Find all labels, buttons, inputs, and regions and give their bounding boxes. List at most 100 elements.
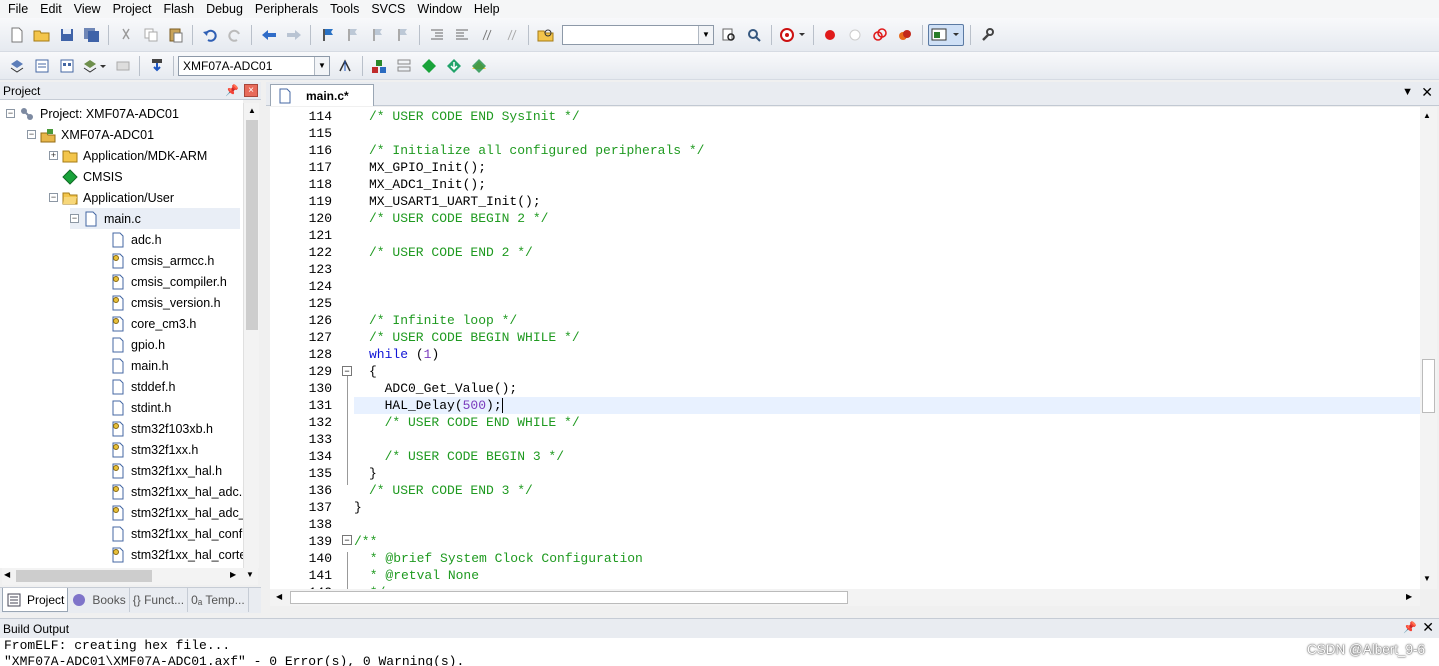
download-load-icon[interactable] [146,55,168,77]
tree-item-group-mdk-arm[interactable]: + Application/MDK-ARM [49,145,207,166]
chevron-down-icon[interactable]: ▼ [1402,86,1413,98]
tab-main-c[interactable]: main.c* [270,84,374,106]
incremental-find-icon[interactable] [743,24,765,46]
collapse-icon[interactable]: − [70,214,79,223]
tree-item-file[interactable]: stm32f1xx_hal_conf [110,523,242,544]
pack-installer-icon[interactable] [443,55,465,77]
clear-bookmarks-icon[interactable] [392,24,414,46]
tree-item-file[interactable]: stm32f1xx_hal_adc_ [110,502,243,523]
scroll-up-icon[interactable]: ▲ [245,103,259,118]
breakpoint-icon[interactable] [819,24,841,46]
redo-icon[interactable] [224,24,246,46]
unindent-icon[interactable] [451,24,473,46]
tab-functions[interactable]: {} Funct... [130,588,189,612]
find-combo[interactable]: ▼ [562,24,714,45]
menu-tools[interactable]: Tools [324,1,365,17]
tree-item-file[interactable]: adc.h [110,229,162,250]
tree-item-file[interactable]: stddef.h [110,376,175,397]
window-layout-icon[interactable] [928,23,964,46]
find-icon[interactable] [718,24,740,46]
tree-item-file[interactable]: stm32f1xx_hal.h [110,460,222,481]
find-in-files-icon[interactable] [535,24,557,46]
editor-vscroll[interactable]: ▲ ▼ [1420,107,1437,589]
tree-item-file[interactable]: stm32f1xx_hal_corte [110,544,243,565]
scroll-thumb[interactable] [1422,359,1435,413]
tree-item-cmsis[interactable]: CMSIS [62,166,123,187]
project-tree-vscroll[interactable]: ▲ [243,103,259,568]
tree-item-file[interactable]: stm32f103xb.h [110,418,213,439]
scroll-thumb[interactable] [246,120,258,330]
code-editor[interactable]: 114 115 116 117 118 119 120 121 122 123 … [270,107,1420,589]
scroll-right-icon[interactable]: ▶ [230,570,236,579]
tree-item-group-application-user[interactable]: − Application/User [49,187,174,208]
menu-debug[interactable]: Debug [200,1,249,17]
debug-session-icon[interactable] [777,24,807,46]
editor-hscroll[interactable]: ◀ ▶ [270,589,1420,606]
open-folder-icon[interactable] [31,24,53,46]
build-output-pane[interactable]: FromELF: creating hex file... "XMF07A-AD… [0,638,1439,666]
scroll-thumb[interactable] [290,591,848,604]
chevron-down-icon[interactable]: ▼ [314,56,329,75]
tree-item-file[interactable]: main.h [110,355,169,376]
manage-run-time-icon[interactable] [418,55,440,77]
save-all-icon[interactable] [81,24,103,46]
close-icon[interactable]: ✕ [1421,84,1433,101]
next-bookmark-icon[interactable] [367,24,389,46]
scroll-up-icon[interactable]: ▲ [1423,111,1431,120]
tree-item-file[interactable]: cmsis_version.h [110,292,221,313]
tab-books[interactable]: Books [68,588,130,612]
tree-item-target[interactable]: − XMF07A-ADC01 [27,124,154,145]
scroll-left-icon[interactable]: ◀ [4,570,10,579]
tree-item-file[interactable]: cmsis_compiler.h [110,271,227,292]
select-packs-icon[interactable] [393,55,415,77]
tree-item-file[interactable]: stdint.h [110,397,171,418]
scroll-thumb[interactable] [16,570,152,582]
tree-item-file[interactable]: core_cm3.h [110,313,196,334]
menu-help[interactable]: Help [468,1,506,17]
batch-build-icon[interactable] [81,55,109,77]
code-area[interactable]: /* USER CODE END SysInit */ /* Initializ… [354,107,1420,589]
close-icon[interactable]: × [244,84,258,97]
target-select[interactable]: XMF07A-ADC01 ▼ [178,55,330,76]
disable-breakpoint-icon[interactable] [844,24,866,46]
disable-all-breakpoints-icon[interactable] [869,24,891,46]
chevron-down-icon[interactable]: ▼ [698,25,713,44]
rebuild-icon[interactable] [56,55,78,77]
new-file-icon[interactable] [6,24,28,46]
menu-flash[interactable]: Flash [157,1,200,17]
fold-collapse-icon[interactable]: − [342,535,352,545]
navigate-back-icon[interactable] [258,24,280,46]
tree-item-file[interactable]: gpio.h [110,334,165,355]
menu-view[interactable]: View [68,1,107,17]
menu-svcs[interactable]: SVCS [365,1,411,17]
tree-item-file[interactable]: stm32f1xx_hal_adc.h [110,481,243,502]
paste-icon[interactable] [165,24,187,46]
bookmark-icon[interactable] [317,24,339,46]
target-options-icon[interactable] [334,55,356,77]
close-icon[interactable]: ✕ [1422,619,1434,636]
navigate-forward-icon[interactable] [283,24,305,46]
scroll-down-icon[interactable]: ▼ [1423,574,1431,583]
tab-project[interactable]: Project [2,588,69,612]
scroll-right-icon[interactable]: ▶ [1406,592,1412,601]
prev-bookmark-icon[interactable] [342,24,364,46]
scroll-down-icon[interactable]: ▼ [246,570,254,579]
pin-icon[interactable]: 📌 [1403,621,1417,634]
project-tree-hscroll[interactable]: ◀ ▶ ▼ [2,568,258,585]
fold-collapse-icon[interactable]: − [342,366,352,376]
save-icon[interactable] [56,24,78,46]
manage-project-items-icon[interactable] [368,55,390,77]
translate-icon[interactable] [6,55,28,77]
cut-icon[interactable] [115,24,137,46]
configure-wrench-icon[interactable] [976,24,998,46]
menu-file[interactable]: File [2,1,34,17]
menu-edit[interactable]: Edit [34,1,68,17]
undo-icon[interactable] [199,24,221,46]
menu-window[interactable]: Window [411,1,467,17]
uncomment-icon[interactable] [501,24,523,46]
copy-icon[interactable] [140,24,162,46]
collapse-icon[interactable]: − [27,130,36,139]
comment-icon[interactable] [476,24,498,46]
stop-build-icon[interactable] [112,55,134,77]
expand-icon[interactable]: + [49,151,58,160]
